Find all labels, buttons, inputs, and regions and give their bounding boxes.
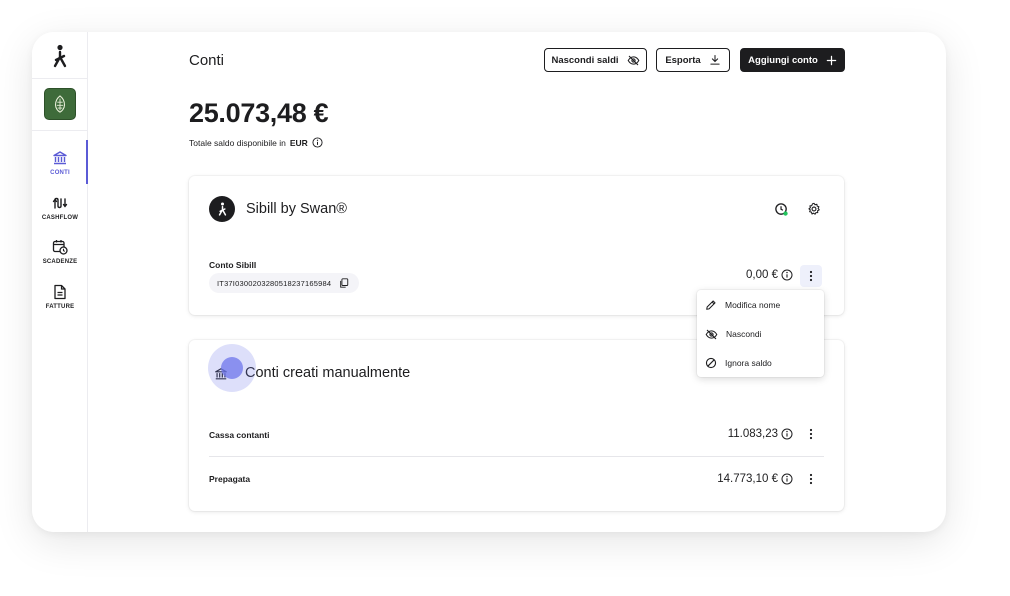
menu-item-label: Nascondi (726, 329, 762, 339)
add-account-button[interactable]: Aggiungi conto (740, 48, 845, 72)
sidebar-divider (32, 78, 88, 79)
sync-history-button[interactable] (772, 200, 790, 218)
account-balance: 11.083,23 (727, 428, 778, 440)
clock-icon (774, 202, 788, 216)
export-label: Esporta (665, 54, 701, 66)
sidebar-item-label: CONTI (50, 170, 70, 176)
export-button[interactable]: Esporta (656, 48, 730, 72)
caption-text: Totale saldo disponibile in (189, 137, 286, 148)
account-context-menu: Modifica nome Nascondi Ignora saldo (697, 290, 824, 377)
status-dot (782, 210, 788, 216)
gear-icon (808, 202, 820, 215)
bank-icon (53, 151, 67, 165)
total-balance: 25.073,48 € (189, 98, 329, 128)
menu-item-hide[interactable]: Nascondi (697, 320, 824, 348)
eye-off-icon (705, 329, 718, 339)
sidebar-divider (32, 130, 88, 131)
sidebar: CONTI CASHFLOW SCADENZE FATTURE (32, 32, 88, 532)
add-account-label: Aggiungi conto (748, 54, 818, 66)
active-indicator (86, 140, 88, 184)
account-menu-button[interactable] (800, 265, 822, 287)
sidebar-item-label: FATTURE (45, 304, 75, 310)
sibill-logo-icon[interactable] (49, 44, 71, 68)
copy-icon[interactable] (339, 278, 349, 288)
ban-icon (705, 357, 717, 369)
account-balance: 14.773,10 € (717, 473, 778, 485)
info-icon[interactable] (312, 137, 323, 148)
emblem-icon (54, 95, 66, 113)
pencil-icon (706, 300, 716, 310)
bank-logo (209, 196, 235, 222)
info-icon[interactable] (781, 473, 793, 485)
manual-accounts-title: Conti creati manualmente (245, 365, 411, 381)
sidebar-item-cashflow[interactable]: CASHFLOW (32, 193, 88, 233)
kebab-icon (809, 428, 813, 440)
currency-code: EUR (289, 137, 308, 148)
account-menu-button[interactable] (800, 423, 822, 445)
kebab-icon (809, 270, 813, 282)
app-window: CONTI CASHFLOW SCADENZE FATTURE Conti Na… (32, 32, 946, 532)
sidebar-item-label: CASHFLOW (41, 215, 79, 221)
total-balance-caption: Totale saldo disponibile in EUR (189, 137, 323, 148)
row-divider (209, 456, 824, 457)
bank-name: Sibill by Swan® (246, 201, 347, 217)
iban-value: IT37I0300203280518237165984 (217, 278, 332, 288)
invoice-icon (54, 284, 66, 300)
menu-item-ignore-balance[interactable]: Ignora saldo (697, 349, 824, 377)
account-balance: 0,00 € (746, 269, 778, 281)
sidebar-item-label: SCADENZE (42, 259, 78, 265)
bank-settings-button[interactable] (805, 200, 823, 218)
hide-balances-label: Nascondi saldi (551, 54, 619, 66)
hide-balances-button[interactable]: Nascondi saldi (544, 48, 647, 72)
menu-item-label: Modifica nome (725, 300, 781, 310)
menu-item-rename[interactable]: Modifica nome (697, 291, 824, 319)
menu-item-label: Ignora saldo (725, 358, 772, 368)
info-icon[interactable] (781, 269, 793, 281)
download-icon (710, 54, 720, 65)
kebab-icon (809, 473, 813, 485)
plus-icon (826, 55, 837, 65)
account-name: Prepagata (209, 474, 251, 484)
eye-off-icon (627, 55, 639, 65)
page-title: Conti (189, 52, 225, 69)
sidebar-item-conti[interactable]: CONTI (32, 148, 88, 188)
cashflow-icon (52, 197, 68, 209)
sidebar-item-fatture[interactable]: FATTURE (32, 282, 88, 322)
sidebar-item-scadenze[interactable]: SCADENZE (32, 237, 88, 277)
iban-chip: IT37I0300203280518237165984 (209, 273, 360, 293)
info-icon[interactable] (781, 428, 793, 440)
account-name: Cassa contanti (209, 430, 270, 440)
sibill-logo-icon (218, 202, 226, 216)
org-avatar[interactable] (44, 88, 76, 120)
calendar-clock-icon (52, 240, 68, 255)
account-menu-button[interactable] (800, 468, 822, 490)
account-name: Conto Sibill (209, 260, 257, 270)
pointer-dot (221, 357, 243, 379)
